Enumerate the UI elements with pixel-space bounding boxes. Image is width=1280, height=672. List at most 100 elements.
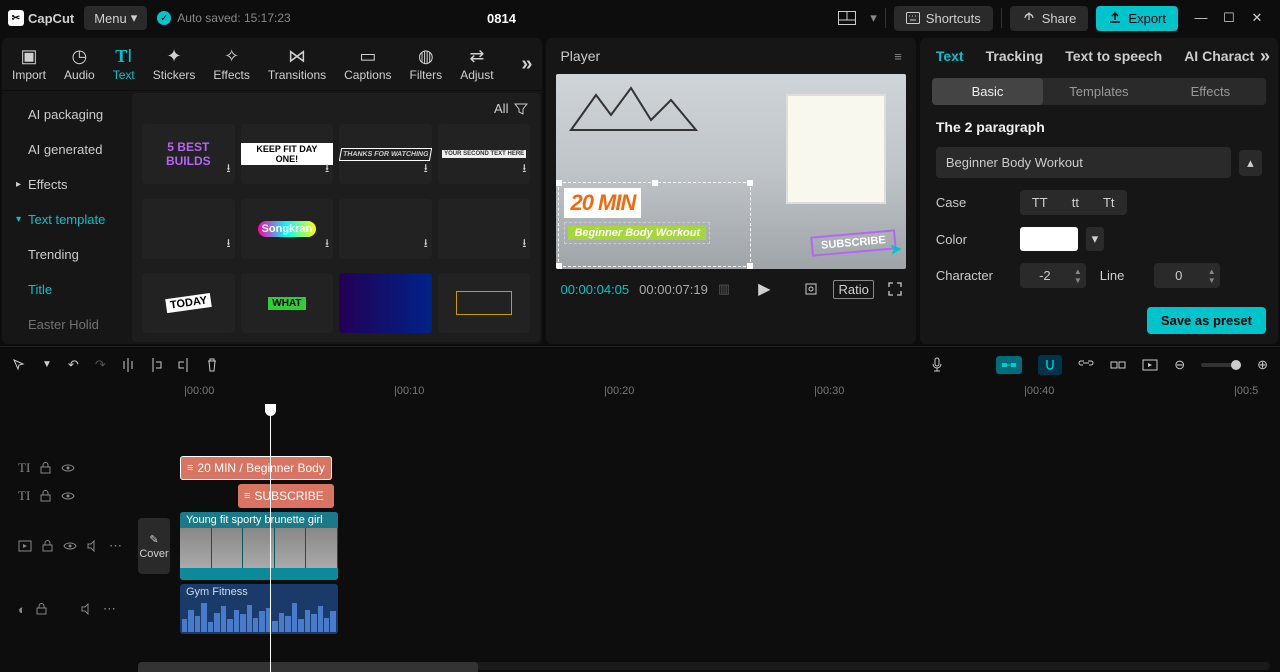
text-clip-1[interactable]: ≡20 MIN / Beginner Body bbox=[180, 456, 332, 480]
template-thumb[interactable] bbox=[438, 273, 531, 333]
filter-icon[interactable] bbox=[514, 103, 528, 115]
template-thumb[interactable]: THANKS FOR WATCHING⭳ bbox=[339, 124, 432, 184]
redo-button[interactable]: ↷ bbox=[95, 357, 106, 373]
case-title[interactable]: Tt bbox=[1091, 190, 1127, 215]
step-down-icon[interactable]: ▼ bbox=[1074, 276, 1082, 285]
resize-handle[interactable] bbox=[747, 180, 753, 186]
more-icon[interactable]: ⋯ bbox=[109, 538, 122, 554]
text-clip-2[interactable]: ≡SUBSCRIBE bbox=[238, 484, 334, 508]
mute-icon[interactable] bbox=[81, 603, 93, 615]
line-stepper[interactable]: ▲▼ bbox=[1154, 263, 1220, 288]
inspector-tab-ai[interactable]: AI Characte bbox=[1184, 48, 1262, 64]
playhead[interactable] bbox=[270, 404, 271, 672]
inspector-tabs-more[interactable]: » bbox=[1254, 46, 1270, 67]
lock-icon[interactable] bbox=[40, 462, 51, 474]
subtab-effects[interactable]: Effects bbox=[1155, 78, 1266, 105]
timeline-ruler[interactable]: |00:00 |00:10 |00:20 |00:30 |00:40 |00:5 bbox=[0, 382, 1280, 404]
zoom-knob[interactable] bbox=[1231, 360, 1241, 370]
color-dropdown[interactable]: ▾ bbox=[1086, 227, 1104, 251]
download-icon[interactable]: ⭳ bbox=[325, 234, 329, 255]
tab-captions[interactable]: ▭Captions bbox=[344, 44, 391, 84]
more-icon[interactable]: ⋯ bbox=[103, 601, 116, 617]
delete-tool[interactable] bbox=[206, 358, 218, 372]
collapse-button[interactable]: ▴ bbox=[1239, 150, 1262, 176]
sidebar-ai-generated[interactable]: AI generated bbox=[2, 132, 130, 167]
resize-handle[interactable] bbox=[556, 263, 562, 269]
sidebar-text-template[interactable]: ▾Text template bbox=[2, 202, 130, 237]
zoom-out[interactable]: ⊖ bbox=[1174, 357, 1185, 373]
resize-handle[interactable] bbox=[556, 180, 562, 186]
template-thumb[interactable]: 5 BEST BUILDS⭳ bbox=[142, 124, 235, 184]
inspector-tab-tts[interactable]: Text to speech bbox=[1065, 48, 1162, 64]
resize-handle[interactable] bbox=[652, 180, 658, 186]
compare-icon[interactable]: ▥ bbox=[718, 281, 730, 297]
download-icon[interactable]: ⭳ bbox=[325, 159, 329, 180]
download-icon[interactable]: ⭳ bbox=[424, 159, 428, 180]
layout-button[interactable] bbox=[832, 7, 862, 29]
project-title[interactable]: 0814 bbox=[181, 11, 823, 26]
sidebar-effects[interactable]: ▸Effects bbox=[2, 167, 130, 202]
step-down-icon[interactable]: ▼ bbox=[1208, 276, 1216, 285]
close-button[interactable]: ✕ bbox=[1250, 10, 1264, 26]
template-thumb[interactable]: YOUR SECOND TEXT HERE⭳ bbox=[438, 124, 531, 184]
template-thumb[interactable]: Songkran⭳ bbox=[241, 199, 334, 259]
preview-toggle[interactable] bbox=[1110, 359, 1126, 371]
tab-import[interactable]: ▣Import bbox=[12, 44, 46, 84]
trim-left-tool[interactable] bbox=[150, 358, 162, 372]
color-swatch[interactable] bbox=[1020, 227, 1078, 251]
export-button[interactable]: Export bbox=[1096, 6, 1178, 31]
magnet-main-toggle[interactable] bbox=[996, 356, 1022, 374]
player-menu-icon[interactable]: ≡ bbox=[894, 49, 902, 64]
line-input[interactable] bbox=[1154, 263, 1204, 288]
tab-transitions[interactable]: ⋈Transitions bbox=[268, 44, 326, 84]
save-preset-button[interactable]: Save as preset bbox=[1147, 307, 1266, 334]
download-icon[interactable]: ⭳ bbox=[226, 159, 230, 180]
tab-audio[interactable]: ◷Audio bbox=[64, 44, 95, 84]
subtab-basic[interactable]: Basic bbox=[932, 78, 1043, 105]
character-stepper[interactable]: ▲▼ bbox=[1020, 263, 1086, 288]
record-voiceover[interactable] bbox=[930, 357, 944, 373]
visibility-icon[interactable] bbox=[61, 491, 75, 501]
sidebar-trending[interactable]: Trending bbox=[2, 237, 130, 272]
link-toggle[interactable] bbox=[1078, 360, 1094, 370]
template-thumb[interactable]: ⭳ bbox=[438, 199, 531, 259]
fullscreen-icon[interactable] bbox=[888, 282, 902, 296]
tab-adjust[interactable]: ⇄Adjust bbox=[460, 44, 493, 84]
template-thumb[interactable]: TODAY bbox=[142, 273, 235, 333]
case-lower[interactable]: tt bbox=[1060, 190, 1091, 215]
filter-all[interactable]: All bbox=[494, 101, 508, 116]
trim-right-tool[interactable] bbox=[178, 358, 190, 372]
undo-button[interactable]: ↶ bbox=[68, 357, 79, 373]
ratio-button[interactable]: Ratio bbox=[833, 280, 873, 299]
template-thumb[interactable]: ⭳ bbox=[142, 199, 235, 259]
inspector-tab-text[interactable]: Text bbox=[936, 48, 964, 64]
share-button[interactable]: Share bbox=[1010, 6, 1089, 31]
cover-button[interactable]: ✎ Cover bbox=[138, 518, 170, 574]
tab-stickers[interactable]: ✦Stickers bbox=[153, 44, 196, 84]
zoom-fit[interactable]: ⊕ bbox=[1257, 357, 1268, 373]
subtab-templates[interactable]: Templates bbox=[1043, 78, 1154, 105]
timeline-scrollbar[interactable] bbox=[138, 662, 1270, 670]
template-thumb[interactable] bbox=[339, 273, 432, 333]
tab-text[interactable]: TIText bbox=[113, 44, 135, 84]
tab-effects[interactable]: ✧Effects bbox=[213, 44, 249, 84]
step-up-icon[interactable]: ▲ bbox=[1208, 267, 1216, 276]
zoom-slider[interactable] bbox=[1201, 363, 1241, 367]
menu-button[interactable]: Menu ▾ bbox=[84, 6, 147, 30]
scrollbar-thumb[interactable] bbox=[138, 662, 478, 672]
case-upper[interactable]: TT bbox=[1020, 190, 1060, 215]
select-mode-dropdown[interactable]: ▼ bbox=[42, 359, 52, 370]
audio-clip[interactable]: Gym Fitness bbox=[180, 584, 338, 634]
timeline-body[interactable]: TI ≡20 MIN / Beginner Body TI ≡SUBSCRIBE bbox=[0, 404, 1280, 672]
player-viewport[interactable]: 20 MIN Beginner Body Workout SUBSCRIBE ➤ bbox=[556, 74, 905, 269]
lock-icon[interactable] bbox=[40, 490, 51, 502]
visibility-icon[interactable] bbox=[61, 463, 75, 473]
download-icon[interactable]: ⭳ bbox=[522, 234, 526, 255]
download-icon[interactable]: ⭳ bbox=[522, 159, 526, 180]
crop-icon[interactable] bbox=[803, 281, 819, 297]
track-lane[interactable]: ≡20 MIN / Beginner Body bbox=[138, 454, 1280, 482]
playhead-handle[interactable] bbox=[265, 404, 276, 416]
video-clip[interactable]: Young fit sporty brunette girl bbox=[180, 512, 338, 580]
sidebar-title[interactable]: Title bbox=[2, 272, 130, 307]
shortcuts-button[interactable]: Shortcuts bbox=[894, 6, 993, 31]
